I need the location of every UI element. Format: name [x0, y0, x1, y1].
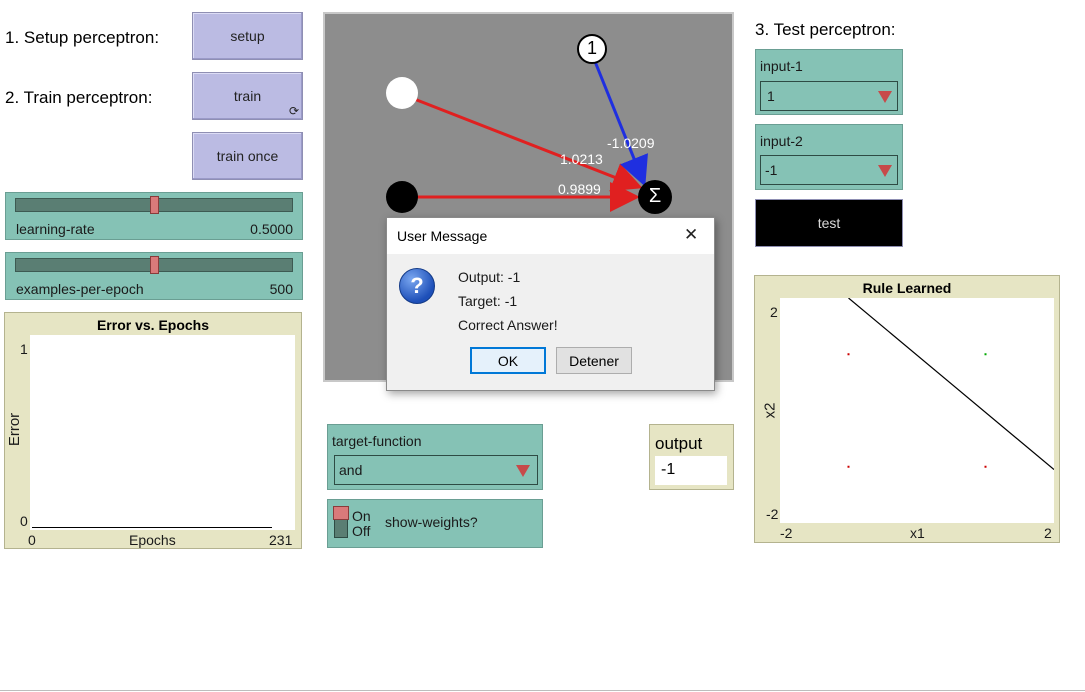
stop-button-label: Detener: [569, 352, 619, 369]
dialog-output-line: Output: -1: [458, 269, 521, 285]
rule-plot-title: Rule Learned: [862, 280, 952, 296]
input2-label: input-2: [760, 133, 803, 149]
decision-boundary-line: [848, 298, 1054, 471]
input2-field[interactable]: -1: [760, 155, 898, 185]
ok-button[interactable]: OK: [470, 347, 546, 374]
setup-button[interactable]: setup: [192, 12, 303, 60]
bias-weight-label: -1.0209: [607, 135, 655, 151]
learning-rate-label: learning-rate: [16, 221, 95, 237]
learning-rate-value: 0.5000: [250, 221, 293, 237]
dialog-target-line: Target: -1: [458, 293, 518, 309]
test-step-label: 3. Test perceptron:: [755, 20, 896, 39]
user-message-dialog: User Message ✕ ? Output: -1 Target: -1 C…: [386, 217, 715, 391]
output-monitor: output -1: [649, 424, 734, 490]
input1-label: input-1: [760, 58, 803, 74]
input2-node: [386, 181, 418, 213]
examples-per-epoch-slider[interactable]: examples-per-epoch 500: [5, 252, 303, 300]
error-plot-ylabel: Error: [6, 412, 24, 447]
chevron-down-icon: [878, 165, 892, 177]
error-plot-xmin: 0: [28, 532, 36, 548]
weight-link-input1: [403, 93, 643, 192]
rule-plot-ymin: -2: [766, 506, 779, 522]
error-plot-ymax: 1: [20, 341, 28, 357]
rule-learned-plot: Rule Learned 2 -2 x2 -2 x1 2: [754, 275, 1060, 543]
error-plot-xmax: 231: [269, 532, 293, 548]
rule-plot-xlabel: x1: [910, 525, 925, 541]
stop-button[interactable]: Detener: [556, 347, 632, 374]
error-plot-area: [30, 335, 295, 530]
error-plot-x-axis: [32, 527, 272, 528]
close-icon[interactable]: ✕: [684, 225, 698, 245]
test-button-label: test: [817, 215, 841, 231]
window-bottom-border: [0, 690, 1085, 691]
input2-chooser[interactable]: input-2 -1: [755, 124, 903, 190]
train-button-label: train: [233, 88, 262, 104]
examples-per-epoch-handle[interactable]: [150, 256, 159, 274]
rule-plot-area: [780, 298, 1054, 523]
show-weights-label: show-weights?: [385, 514, 478, 530]
examples-per-epoch-value: 500: [269, 281, 293, 297]
input1-weight-label: 1.0213: [560, 151, 603, 167]
forever-loop-icon: ⟳: [288, 104, 299, 118]
data-point: [984, 465, 987, 468]
input1-value: 1: [767, 88, 775, 104]
chevron-down-icon: [516, 465, 530, 477]
data-point: [847, 465, 850, 468]
switch-on-label: On: [352, 508, 371, 524]
train-once-button-label: train once: [216, 148, 279, 164]
input1-field[interactable]: 1: [760, 81, 898, 111]
target-function-label: target-function: [332, 433, 422, 449]
ok-button-label: OK: [497, 352, 519, 369]
error-plot-title: Error vs. Epochs: [96, 317, 210, 333]
rule-plot-ylabel: x2: [761, 402, 779, 419]
target-function-field[interactable]: and: [334, 455, 538, 485]
input1-node: [386, 77, 418, 109]
data-point: [847, 353, 850, 356]
show-weights-switch[interactable]: On Off show-weights?: [327, 499, 543, 548]
output-monitor-label: output: [655, 434, 703, 453]
examples-per-epoch-label: examples-per-epoch: [16, 281, 144, 297]
rule-plot-xmin: -2: [780, 525, 793, 541]
bias-node-label: 1: [586, 38, 597, 58]
learning-rate-slider[interactable]: learning-rate 0.5000: [5, 192, 303, 240]
question-icon: ?: [399, 268, 435, 304]
dialog-title: User Message: [397, 228, 488, 244]
rule-plot-xmax: 2: [1044, 525, 1052, 541]
switch-off-label: Off: [352, 523, 371, 539]
input1-chooser[interactable]: input-1 1: [755, 49, 903, 115]
target-function-value: and: [339, 462, 363, 478]
input2-weight-label: 0.9899: [558, 181, 601, 197]
error-plot: Error vs. Epochs 1 0 Error 0 Epochs 231: [4, 312, 302, 549]
sum-node-label: Σ: [648, 185, 662, 207]
target-function-chooser[interactable]: target-function and: [327, 424, 543, 490]
output-monitor-value-box: -1: [655, 456, 727, 485]
input2-value: -1: [765, 162, 778, 178]
train-once-button[interactable]: train once: [192, 132, 303, 180]
learning-rate-handle[interactable]: [150, 196, 159, 214]
output-monitor-value: -1: [661, 461, 676, 478]
test-button[interactable]: test: [755, 199, 903, 247]
error-plot-ymin: 0: [20, 513, 28, 529]
train-step-label: 2. Train perceptron:: [5, 88, 153, 107]
dialog-result-line: Correct Answer!: [458, 317, 558, 333]
setup-button-label: setup: [230, 28, 265, 44]
train-button[interactable]: train ⟳: [192, 72, 303, 120]
data-point: [984, 353, 987, 356]
switch-handle[interactable]: [333, 506, 349, 520]
rule-plot-svg: [847, 298, 1054, 471]
dialog-titlebar: User Message ✕: [387, 218, 714, 254]
error-plot-xlabel: Epochs: [129, 532, 176, 548]
chevron-down-icon: [878, 91, 892, 103]
rule-plot-ymax: 2: [770, 304, 778, 320]
setup-step-label: 1. Setup perceptron:: [5, 28, 160, 47]
